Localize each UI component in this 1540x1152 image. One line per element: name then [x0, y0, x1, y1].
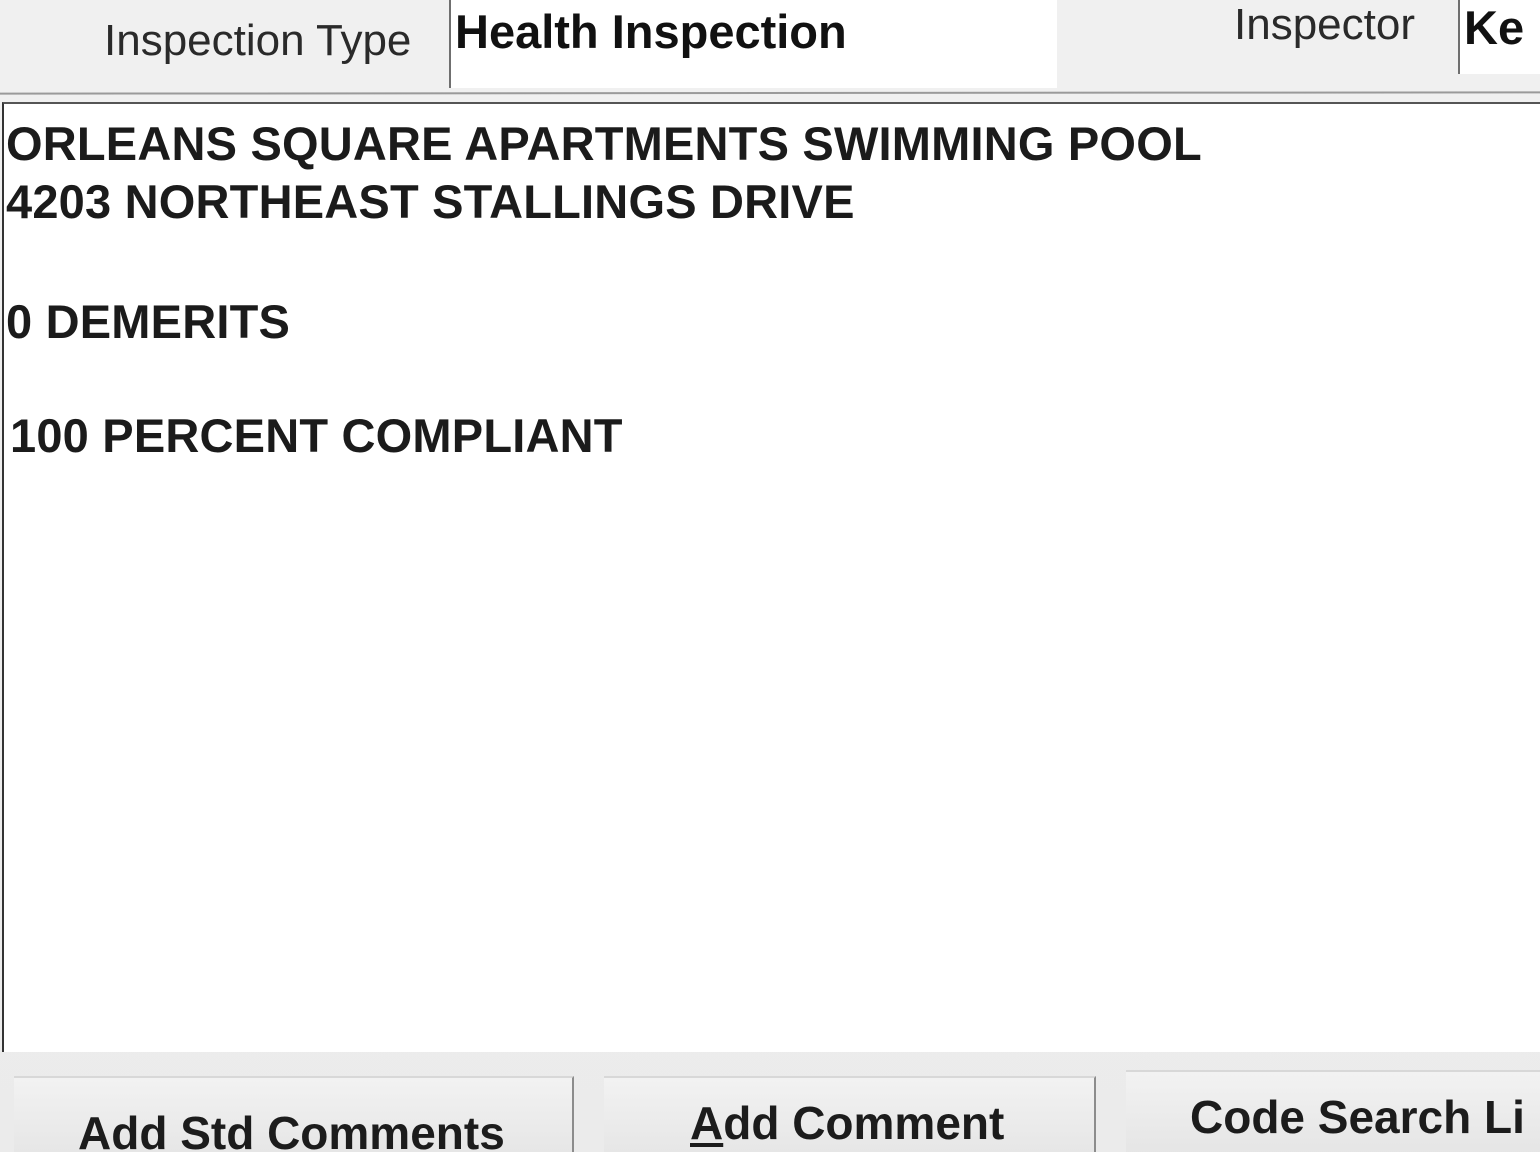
code-search-label: Code Search Li	[1190, 1091, 1525, 1143]
comments-textarea[interactable]: ORLEANS SQUARE APARTMENTS SWIMMING POOL …	[2, 102, 1540, 1052]
inspector-field[interactable]: Ke	[1458, 0, 1540, 74]
inspection-type-field[interactable]: Health Inspection	[449, 0, 1057, 88]
inspection-comments-window: Inspection Type Health Inspection Inspec…	[0, 0, 1540, 1152]
add-std-comments-label: Add Std Comments	[78, 1107, 505, 1152]
comment-line: 4203 NORTHEAST STALLINGS DRIVE	[6, 175, 855, 228]
comment-line: 0 DEMERITS	[6, 295, 291, 348]
add-comment-label: Add Comment	[690, 1097, 1005, 1149]
add-std-comments-button[interactable]: Add Std Comments	[14, 1076, 574, 1152]
comment-line: 100 PERCENT COMPLIANT	[10, 409, 623, 462]
header-divider	[0, 91, 1540, 95]
inspector-label: Inspector	[1234, 0, 1415, 49]
add-comment-button[interactable]: Add Comment	[604, 1076, 1096, 1152]
comment-line: ORLEANS SQUARE APARTMENTS SWIMMING POOL	[6, 117, 1202, 170]
inspection-type-label: Inspection Type	[104, 16, 412, 65]
code-search-button[interactable]: Code Search Li	[1126, 1070, 1540, 1152]
